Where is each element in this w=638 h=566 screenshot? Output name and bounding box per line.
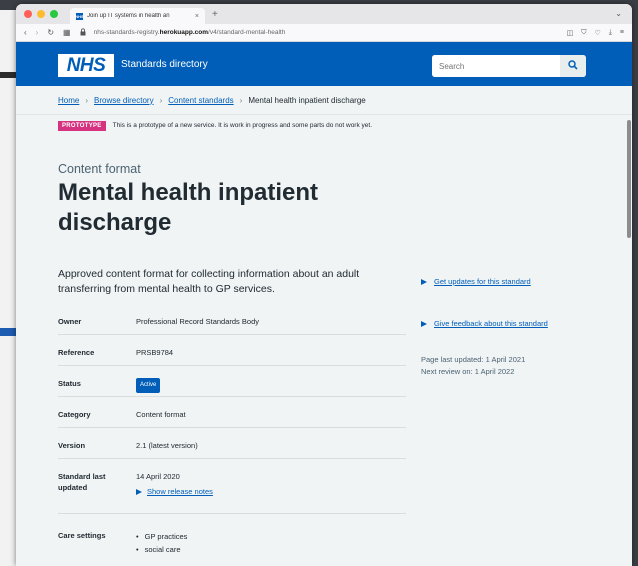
chevron-right-icon: ›	[85, 95, 89, 105]
summary-key: Version	[58, 441, 86, 450]
desktop-right-strip	[632, 0, 638, 566]
get-updates-link[interactable]: Get updates for this standard	[421, 277, 531, 286]
summary-row-last-updated: Standard last updated 14 April 2020 Show…	[58, 459, 406, 514]
shield-icon[interactable]: ⛉	[581, 29, 586, 37]
lock-icon	[80, 27, 86, 38]
back-icon[interactable]: ‹	[24, 28, 27, 37]
prototype-banner: PROTOTYPE This is a prototype of a new s…	[16, 114, 632, 136]
triangle-right-icon	[421, 320, 427, 327]
breadcrumb-content-standards-link[interactable]: Content standards	[168, 96, 233, 105]
page-title: Mental health inpatient discharge	[58, 179, 319, 236]
window-controls	[24, 10, 58, 18]
summary-value: Professional Record Standards Body	[136, 317, 259, 326]
tab-title: Join up IT systems in health an	[87, 13, 170, 19]
summary-row-category: Category Content format	[58, 397, 406, 428]
status-badge: Active	[136, 378, 161, 393]
summary-value: 14 April 2020	[136, 472, 180, 481]
summary-value: Content format	[136, 410, 186, 419]
grid-icon[interactable]: ▦	[63, 28, 71, 37]
summary-key: Care settings	[58, 531, 106, 540]
show-release-notes-toggle[interactable]: Show release notes	[136, 486, 406, 497]
page-last-updated: Page last updated: 1 April 2021	[421, 355, 526, 364]
list-item: GP practices	[136, 530, 406, 543]
browser-window: NHS Join up IT systems in health an × + …	[16, 4, 632, 566]
chevron-right-icon: ›	[159, 95, 163, 105]
summary-row-care-settings: Care settings GP practices social care	[58, 514, 406, 554]
summary-row-version: Version 2.1 (latest version)	[58, 428, 406, 459]
tab-close-icon[interactable]: ×	[195, 13, 199, 20]
maximize-window-button[interactable]	[50, 10, 58, 18]
page-scrollbar[interactable]	[627, 120, 631, 238]
page-review-dates: Page last updated: 1 April 2021 Next rev…	[421, 354, 525, 378]
nhs-logo[interactable]: NHS	[58, 54, 114, 77]
pocket-icon[interactable]: ♡	[595, 29, 601, 37]
summary-key: Status	[58, 379, 81, 388]
list-item: social care	[136, 543, 406, 556]
reload-icon[interactable]: ↻	[47, 28, 54, 37]
url-text: nhs-standards-registry.herokuapp.com/v4/…	[93, 29, 286, 36]
summary-value: PRSB9784	[136, 348, 174, 357]
address-bar[interactable]: nhs-standards-registry.herokuapp.com/v4/…	[80, 27, 558, 38]
forward-icon[interactable]: ›	[36, 28, 39, 37]
browser-tab-bar: NHS Join up IT systems in health an × + …	[16, 4, 632, 24]
summary-key: Standard last updated	[58, 472, 106, 492]
search-form	[432, 55, 586, 77]
screenshot-icon[interactable]: ◫	[567, 29, 574, 37]
nhs-favicon-icon: NHS	[75, 12, 84, 20]
page-caption: Content format	[58, 162, 141, 176]
summary-row-reference: Reference PRSB9784	[58, 335, 406, 366]
web-page: NHS Standards directory Home › Browse di…	[16, 42, 632, 566]
prototype-tag: PROTOTYPE	[58, 120, 106, 131]
prototype-text: This is a prototype of a new service. It…	[112, 122, 372, 129]
give-feedback-link[interactable]: Give feedback about this standard	[421, 319, 548, 328]
summary-key: Reference	[58, 348, 95, 357]
chevron-right-icon: ›	[239, 95, 243, 105]
search-input[interactable]	[432, 55, 560, 77]
summary-row-status: Status Active	[58, 366, 406, 397]
triangle-right-icon	[421, 278, 427, 285]
summary-value: 2.1 (latest version)	[136, 441, 198, 450]
main-content: Content format Mental health inpatient d…	[16, 136, 632, 566]
minimize-window-button[interactable]	[37, 10, 45, 18]
summary-key: Category	[58, 410, 91, 419]
summary-list: Owner Professional Record Standards Body…	[58, 304, 406, 554]
browser-toolbar: ‹ › ↻ ▦ nhs-standards-registry.herokuapp…	[16, 24, 632, 42]
breadcrumb: Home › Browse directory › Content standa…	[16, 86, 632, 114]
service-name[interactable]: Standards directory	[121, 59, 208, 70]
search-icon	[568, 57, 578, 75]
close-window-button[interactable]	[24, 10, 32, 18]
next-review-date: Next review on: 1 April 2022	[421, 367, 515, 376]
page-lede: Approved content format for collecting i…	[58, 268, 360, 295]
background-window-edge	[0, 10, 16, 566]
site-header: NHS Standards directory	[16, 42, 632, 86]
browser-tab[interactable]: NHS Join up IT systems in health an ×	[70, 8, 205, 24]
triangle-right-icon	[136, 488, 142, 495]
summary-row-owner: Owner Professional Record Standards Body	[58, 304, 406, 335]
list-all-tabs-icon[interactable]: ⌄	[615, 9, 622, 18]
toolbar-actions: ◫ ⛉ ♡ ⤓ ≡	[567, 29, 624, 37]
breadcrumb-home-link[interactable]: Home	[58, 96, 79, 105]
breadcrumb-current: Mental health inpatient discharge	[248, 95, 366, 105]
summary-key: Owner	[58, 317, 82, 326]
search-button[interactable]	[560, 55, 586, 77]
menu-icon[interactable]: ≡	[620, 29, 624, 37]
download-icon[interactable]: ⤓	[609, 29, 612, 37]
new-tab-icon[interactable]: +	[212, 9, 218, 20]
breadcrumb-browse-link[interactable]: Browse directory	[94, 96, 154, 105]
